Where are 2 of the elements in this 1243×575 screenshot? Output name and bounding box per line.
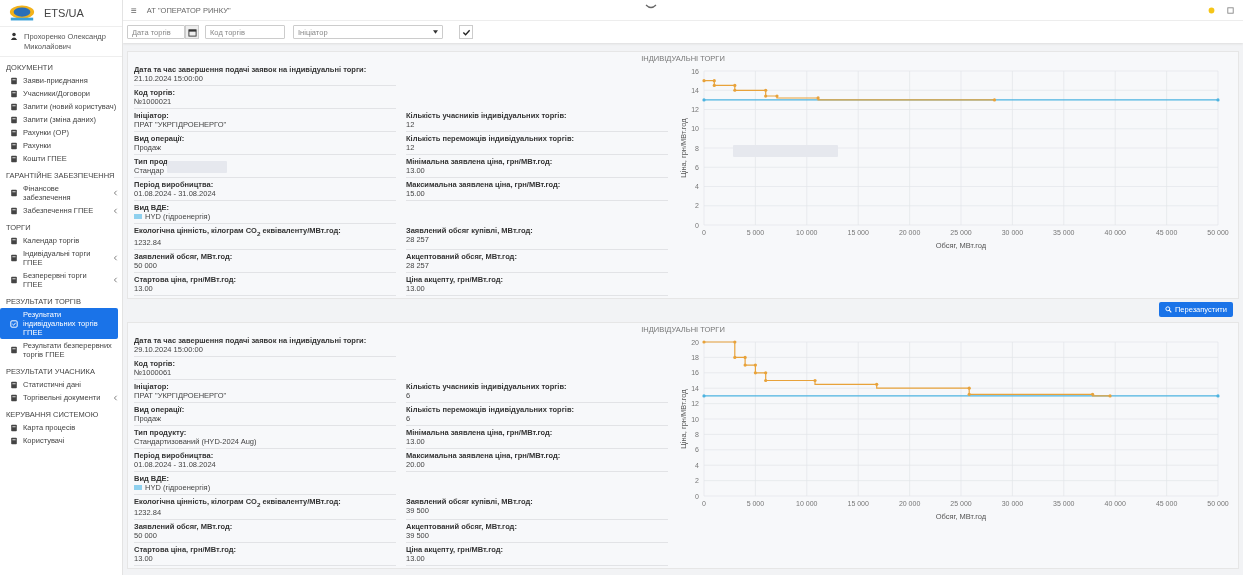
menu-icon[interactable]: ≡	[131, 4, 137, 16]
logo-text: ETS/UA	[44, 7, 84, 19]
